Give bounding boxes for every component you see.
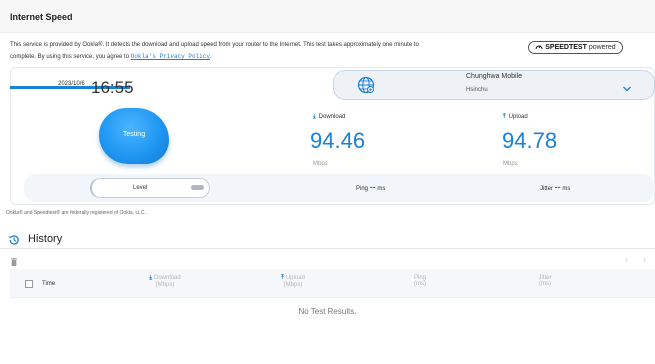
- no-results-message: No Test Results.: [298, 307, 357, 316]
- column-upload-unit: (Mbps): [283, 282, 303, 288]
- column-download-label: Download: [153, 275, 181, 281]
- gauge-status: Testing: [122, 131, 146, 138]
- description-end: .: [209, 54, 212, 60]
- arrow-down-icon: ⤓: [149, 275, 152, 281]
- ping-label: Ping: [356, 186, 369, 192]
- column-jitter-unit: (ms): [539, 281, 551, 287]
- column-ping-unit: (ms): [414, 281, 426, 287]
- download-value: 94.46: [310, 128, 366, 153]
- chevron-down-icon[interactable]: [622, 80, 632, 92]
- legal-notice: Ookla® and Speedtest® are federally regi…: [6, 210, 146, 216]
- select-all-checkbox[interactable]: [25, 280, 33, 288]
- ping-value: --: [369, 182, 376, 192]
- service-description: This service is provided by Ookla®. It d…: [10, 40, 510, 63]
- column-upload: ⤒ Upload (Mbps): [268, 275, 318, 288]
- privacy-policy-link[interactable]: Ookla's Privacy Policy: [131, 53, 210, 60]
- arrow-up-icon: ⤒: [281, 275, 284, 281]
- jitter-label: Jitter: [540, 186, 554, 192]
- upload-value: 94.78: [502, 128, 558, 153]
- ping-unit: ms: [377, 186, 386, 192]
- column-upload-label: Upload: [285, 275, 305, 281]
- jitter-metric: Jitter -- ms: [540, 182, 570, 192]
- column-time: Time: [42, 281, 56, 287]
- download-label-text: Download: [318, 114, 346, 120]
- speedtest-badge: SPEEDTEST powered: [528, 41, 623, 54]
- test-date: 2023/10/6: [58, 81, 85, 87]
- isp-location: Hsinchu: [466, 87, 488, 93]
- page-title: Internet Speed: [10, 12, 73, 22]
- column-ping: Ping (ms): [405, 275, 435, 287]
- jitter-unit: ms: [562, 186, 571, 192]
- speed-gauge: Testing: [99, 108, 169, 164]
- history-divider: [0, 248, 655, 249]
- history-icon: [8, 233, 20, 245]
- speedtest-powered: powered: [588, 44, 616, 51]
- download-unit: Mbps: [313, 161, 328, 167]
- globe-icon: [357, 76, 375, 94]
- test-time: 16:55: [91, 78, 134, 97]
- trash-icon[interactable]: [11, 253, 17, 266]
- upload-label-text: Upload: [508, 114, 528, 120]
- column-download: ⤓ Download (Mbps): [140, 275, 190, 288]
- speedtest-brand: SPEEDTEST: [545, 44, 587, 51]
- speedtest-logo-icon: [535, 44, 545, 51]
- upload-label: ⤒ Upload: [503, 114, 528, 121]
- column-jitter: Jitter (ms): [530, 275, 560, 287]
- jitter-value: --: [554, 182, 561, 192]
- arrow-down-icon: ⤓: [313, 114, 316, 120]
- download-label: ⤓ Download: [313, 114, 345, 121]
- column-download-unit: (Mbps): [155, 282, 175, 288]
- history-title: History: [28, 233, 63, 245]
- level-label: Level: [133, 185, 148, 191]
- description-line1: This service is provided by Ookla®. It d…: [10, 42, 419, 48]
- upload-unit: Mbps: [503, 161, 518, 167]
- isp-name: Chunghwa Mobile: [466, 73, 523, 80]
- history-next-button[interactable]: ›: [643, 254, 646, 264]
- description-line2: complete. By using this service, you agr…: [10, 54, 131, 60]
- history-prev-button[interactable]: ‹: [625, 254, 628, 264]
- page-header: Internet Speed: [0, 0, 655, 33]
- arrow-up-icon: ⤒: [503, 114, 506, 120]
- level-toggle[interactable]: [191, 185, 204, 190]
- ping-metric: Ping -- ms: [356, 182, 385, 192]
